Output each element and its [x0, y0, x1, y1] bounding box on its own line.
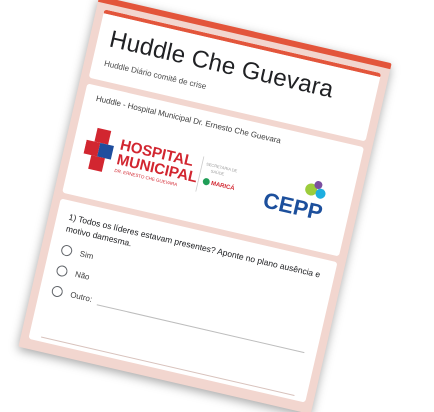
option-label: Sim [78, 249, 95, 262]
radio-button[interactable] [50, 284, 64, 299]
screenshot-stage: Huddle Che Guevara Huddle Diário comitê … [0, 0, 434, 412]
logo-marica: MARICÁ [210, 180, 236, 192]
radio-button[interactable] [55, 264, 69, 278]
option-label: Outro: [69, 290, 94, 304]
radio-button[interactable] [60, 243, 74, 258]
cepp-logo: CEPP [261, 180, 326, 225]
option-label: Não [74, 269, 91, 282]
hospital-municipal-logo: HOSPITAL MUNICIPAL DR. ERNESTO CHE GUEVA… [83, 127, 238, 192]
form-sheet: Huddle Che Guevara Huddle Diário comitê … [18, 0, 392, 412]
marica-emblem-icon [202, 178, 210, 186]
